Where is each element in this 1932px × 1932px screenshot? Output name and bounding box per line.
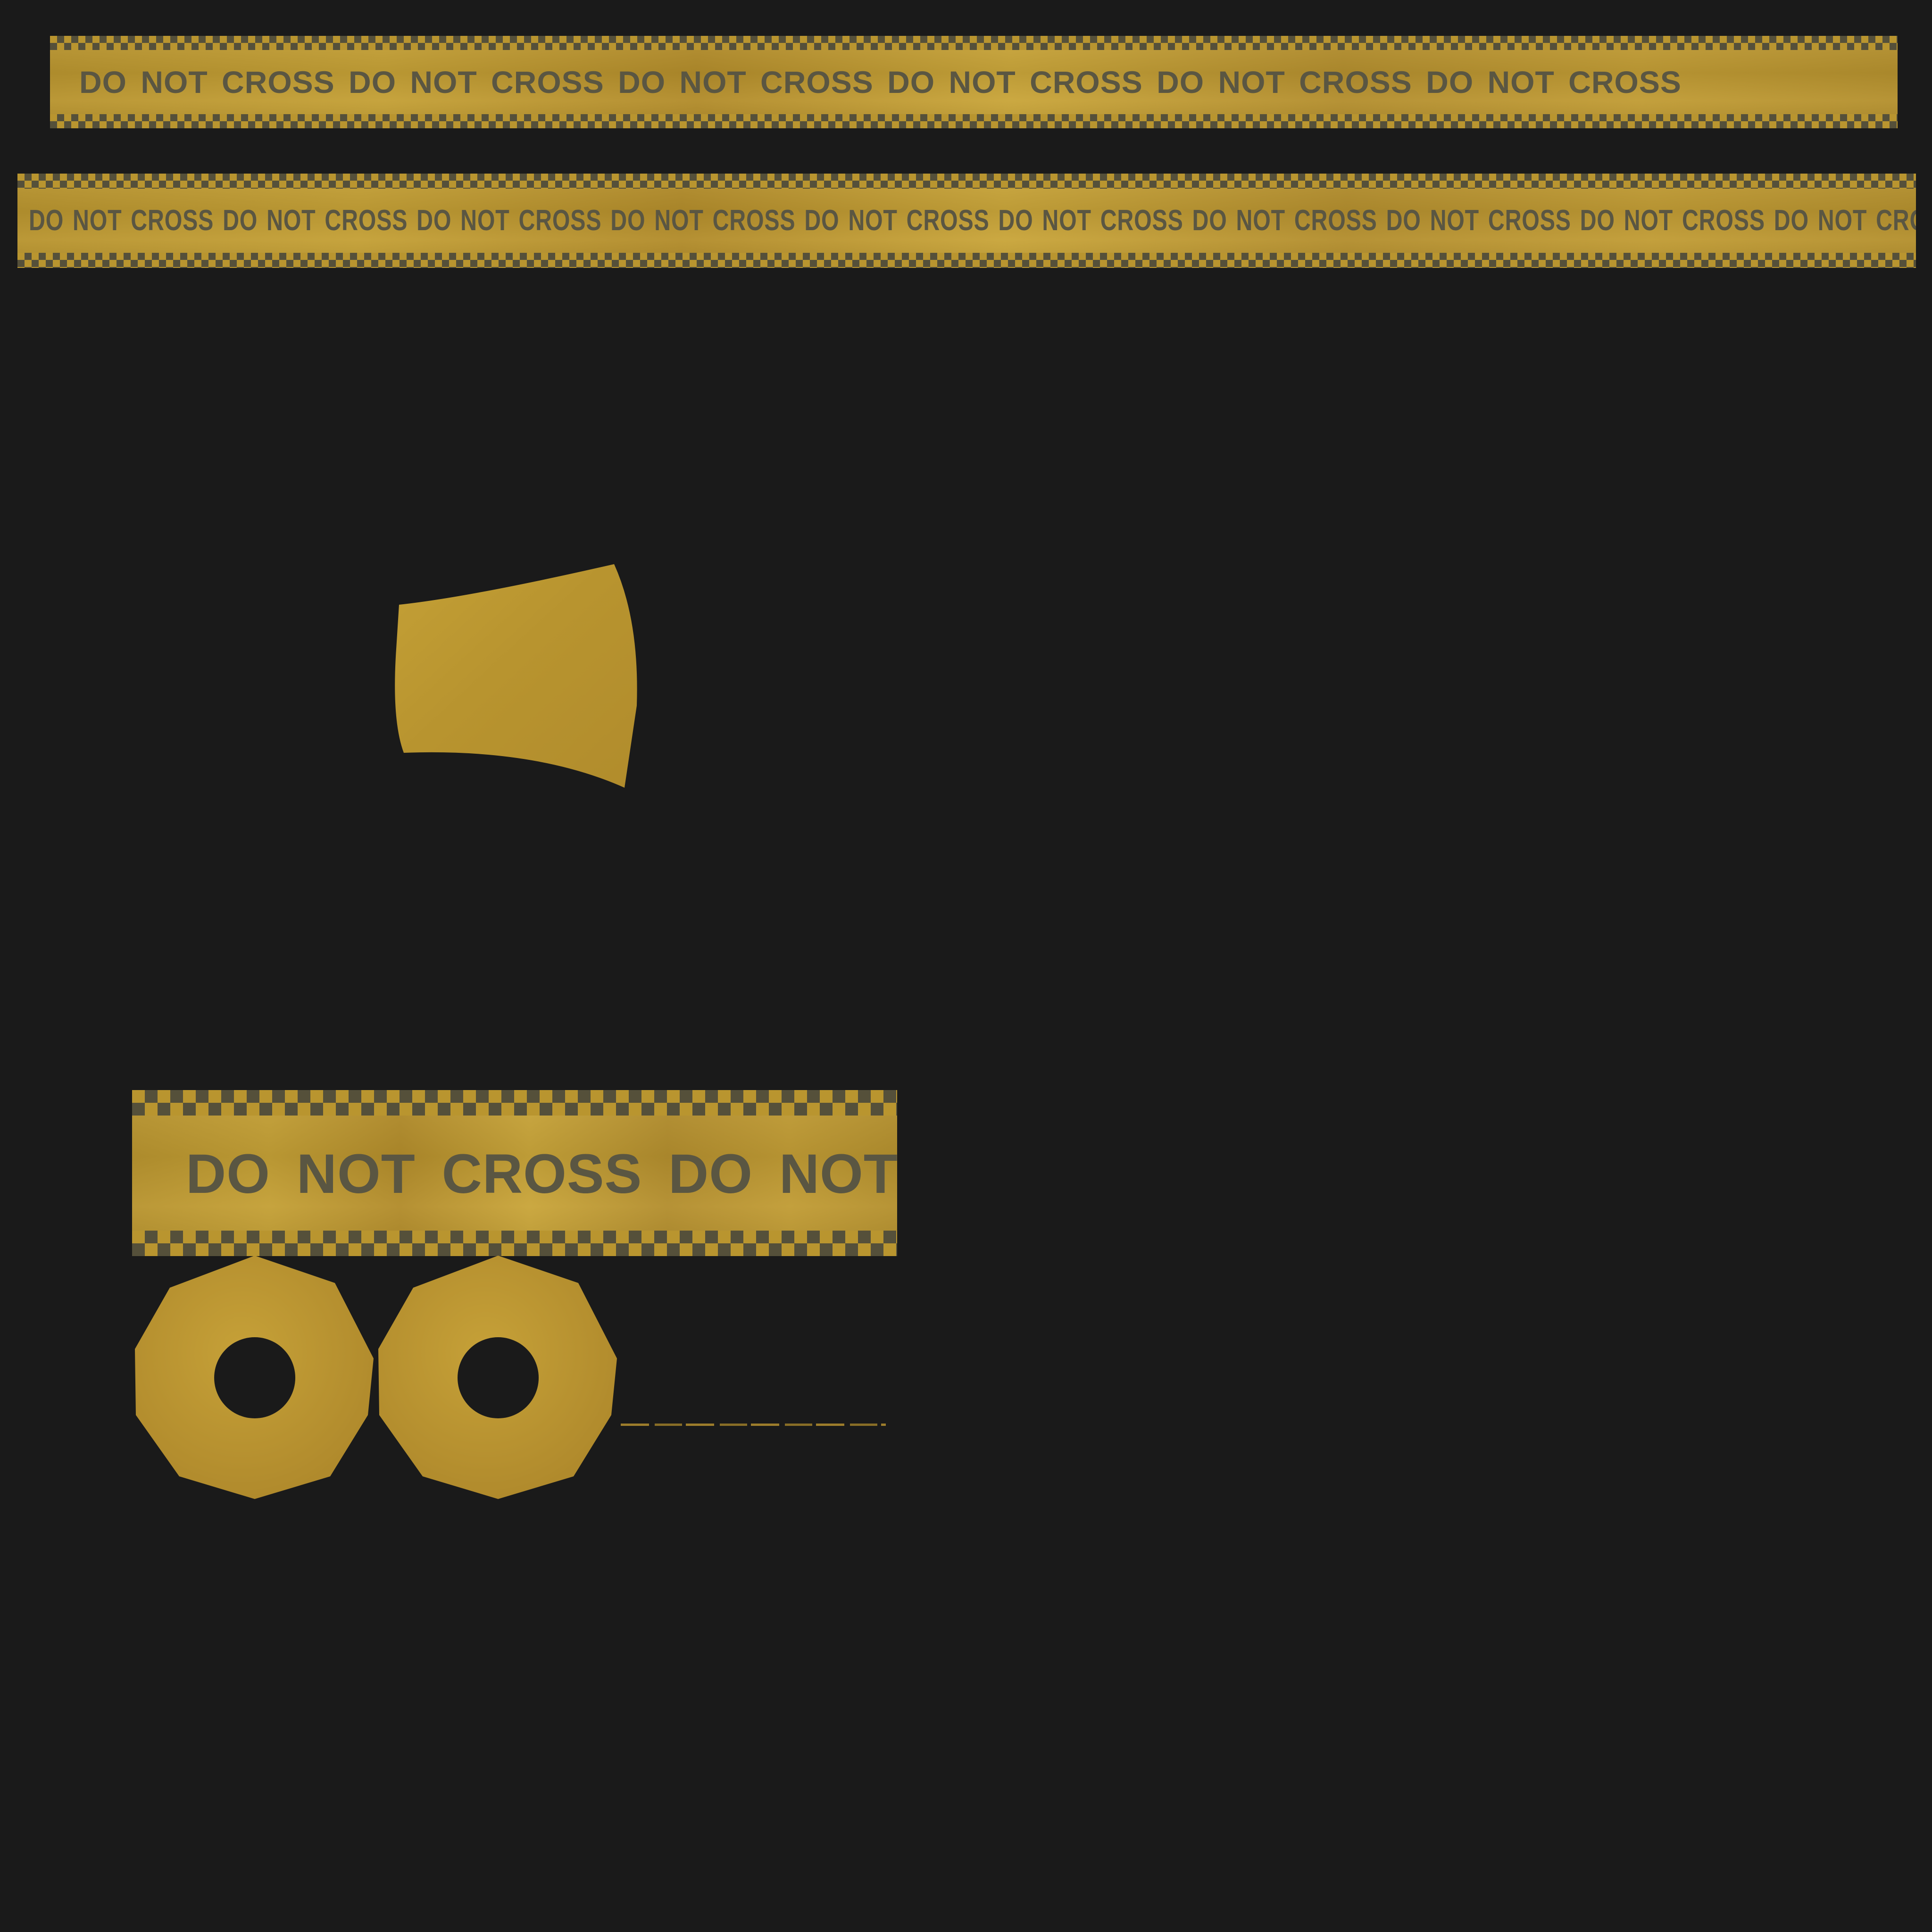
- tape-strip-middle: DO NOT CROSS DO NOT CROSS DO NOT CROSS D…: [17, 174, 1916, 268]
- checker-border-top: [17, 174, 1916, 189]
- tape-patch: [395, 564, 637, 788]
- texture-atlas: DO NOT CROSS DO NOT CROSS DO NOT CROSS D…: [0, 0, 1932, 1932]
- tape-text: DO NOT CROSS DO NOT CROSS: [186, 1143, 897, 1205]
- checker-border-bottom: [17, 253, 1916, 268]
- tape-roll-ring-left: [135, 1256, 374, 1499]
- checker-border-top: [132, 1090, 897, 1116]
- stray-uv-edge: [621, 1424, 886, 1426]
- checker-border-bottom: [132, 1231, 897, 1256]
- checker-border-bottom: [50, 114, 1898, 128]
- tape-strip-top: DO NOT CROSS DO NOT CROSS DO NOT CROSS D…: [50, 36, 1898, 128]
- tape-roll-ring-right: [378, 1256, 617, 1499]
- tape-text: DO NOT CROSS DO NOT CROSS DO NOT CROSS D…: [29, 204, 1916, 237]
- tape-text: DO NOT CROSS DO NOT CROSS DO NOT CROSS D…: [79, 65, 1682, 100]
- tape-strip-large: DO NOT CROSS DO NOT CROSS: [132, 1090, 897, 1256]
- checker-border-top: [50, 36, 1898, 50]
